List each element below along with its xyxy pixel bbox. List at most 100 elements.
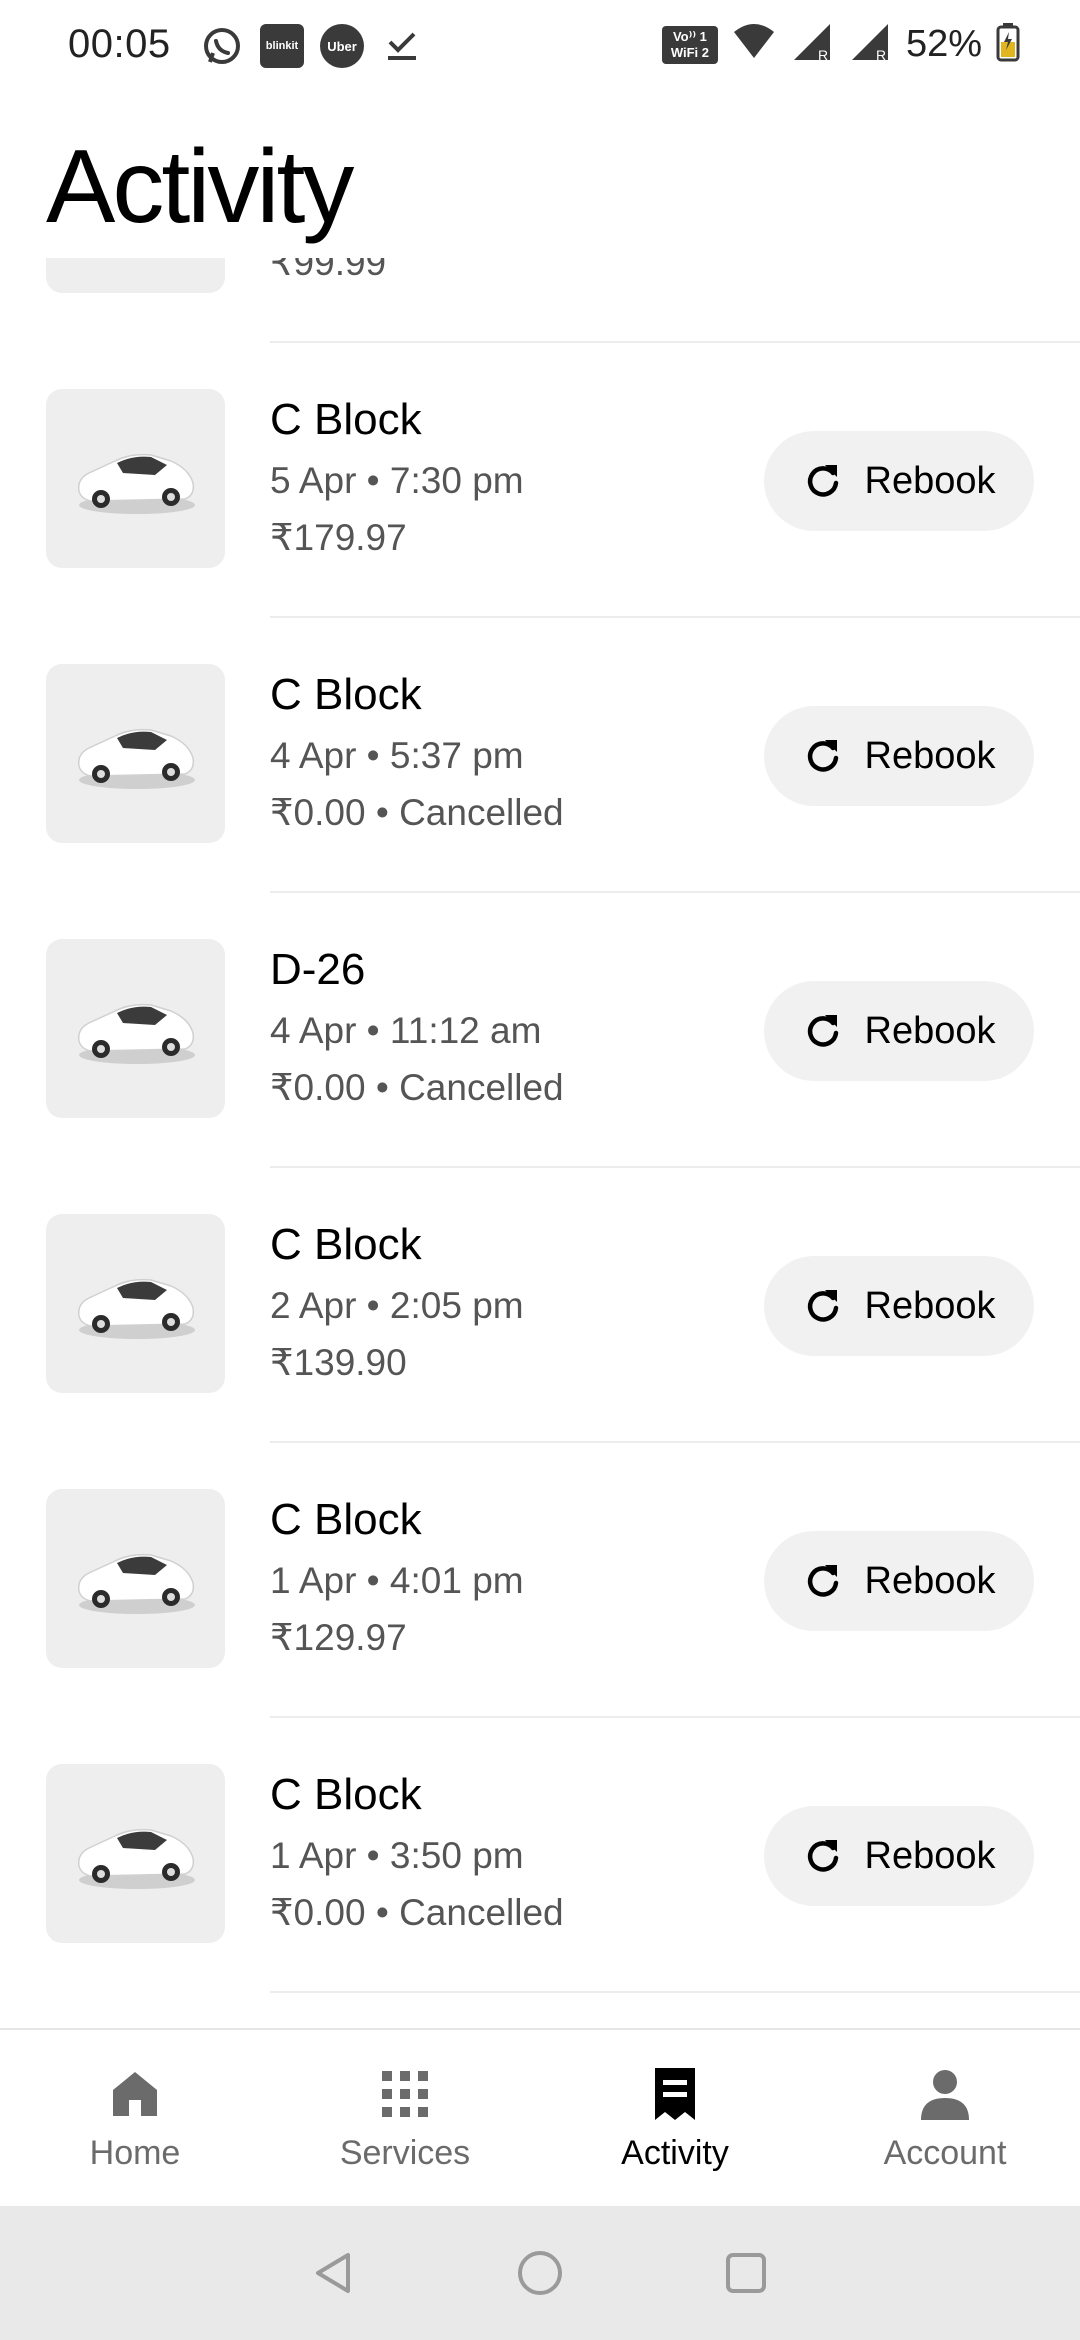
battery-percent: 52%	[905, 23, 982, 65]
refresh-icon	[807, 1840, 838, 1872]
trip-price: ₹179.97	[270, 517, 407, 558]
car-icon	[77, 1278, 195, 1339]
rebook-button[interactable]: Rebook	[764, 706, 1034, 806]
signal-icon-2: R	[848, 22, 892, 67]
trip-price: ₹0.00 • Cancelled	[270, 1067, 564, 1108]
refresh-icon	[807, 465, 838, 497]
rebook-button[interactable]: Rebook	[764, 1531, 1034, 1631]
rebook-label: Rebook	[864, 459, 996, 502]
trip-list: ₹99.99 Rebook C Block 5 Apr • 7:30 pm ₹1…	[0, 258, 1080, 1993]
trip-item[interactable]: C Block 5 Apr • 7:30 pm ₹179.97 Rebook	[0, 343, 1080, 618]
trip-datetime: 2 Apr • 2:05 pm	[270, 1285, 524, 1326]
trip-info: C Block 5 Apr • 7:30 pm ₹179.97	[270, 391, 524, 567]
nav-activity[interactable]: Activity	[540, 2030, 810, 2206]
rebook-label: Rebook	[864, 1009, 996, 1052]
trip-item[interactable]: C Block 1 Apr • 4:01 pm ₹129.97 Rebook	[0, 1443, 1080, 1718]
trip-destination: C Block	[270, 395, 422, 444]
car-thumbnail	[46, 939, 225, 1118]
car-thumbnail	[46, 1214, 225, 1393]
nav-home-label: Home	[89, 2134, 181, 2172]
car-icon	[77, 1003, 195, 1064]
car-thumbnail	[46, 1489, 225, 1668]
trip-info: C Block 4 Apr • 5:37 pm ₹0.00 • Cancelle…	[270, 666, 564, 842]
rebook-label: Rebook	[864, 1834, 996, 1877]
rebook-button[interactable]: Rebook	[764, 431, 1034, 531]
car-thumbnail	[46, 664, 225, 843]
rebook-label: Rebook	[864, 734, 996, 777]
car-icon	[77, 728, 195, 789]
rebook-label: Rebook	[864, 1284, 996, 1327]
rebook-button[interactable]: Rebook	[764, 1256, 1034, 1356]
trip-item[interactable]: D-26 4 Apr • 11:12 am ₹0.00 • Cancelled …	[0, 893, 1080, 1168]
car-thumbnail	[46, 258, 225, 293]
whatsapp-icon	[200, 24, 244, 68]
activity-list[interactable]: ₹99.99 Rebook C Block 5 Apr • 7:30 pm ₹1…	[0, 258, 1080, 2028]
nav-home[interactable]: Home	[0, 2030, 270, 2206]
trip-info: C Block 1 Apr • 3:50 pm ₹0.00 • Cancelle…	[270, 1766, 564, 1942]
refresh-icon	[807, 1290, 838, 1322]
trip-destination: C Block	[270, 670, 422, 719]
trip-price: ₹129.97	[270, 1617, 407, 1658]
status-bar: 00:05 blinkit Uber Vo⁾⁾ 1 WiFi 2 R R 52%	[0, 0, 1080, 96]
receipt-icon	[647, 2066, 703, 2122]
nav-account-label: Account	[883, 2134, 1007, 2172]
bottom-navigation: Home Services Activity Account	[0, 2028, 1080, 2206]
status-time: 00:05	[68, 22, 171, 66]
download-done-icon	[380, 24, 424, 68]
battery-icon	[996, 22, 1020, 67]
trip-item[interactable]: C Block 2 Apr • 2:05 pm ₹139.90 Rebook	[0, 1168, 1080, 1443]
svg-text:R: R	[818, 47, 828, 62]
car-icon	[77, 1553, 195, 1614]
svg-text:R: R	[876, 47, 886, 62]
trip-info: ₹99.99	[270, 258, 386, 292]
system-status-icons: Vo⁾⁾ 1 WiFi 2 R R 52%	[661, 22, 1020, 67]
trip-info: D-26 4 Apr • 11:12 am ₹0.00 • Cancelled	[270, 941, 564, 1117]
vowifi-icon: Vo⁾⁾ 1 WiFi 2	[661, 25, 718, 64]
car-thumbnail	[46, 389, 225, 568]
rebook-button[interactable]: Rebook	[764, 981, 1034, 1081]
vowifi-line2: WiFi 2	[670, 44, 710, 60]
refresh-icon	[807, 1565, 838, 1597]
trip-destination: D-26	[270, 945, 366, 994]
notification-icons: blinkit Uber	[200, 24, 424, 68]
trip-item[interactable]: C Block 4 Apr • 5:37 pm ₹0.00 • Cancelle…	[0, 618, 1080, 893]
system-navigation	[0, 2206, 1080, 2340]
nav-account[interactable]: Account	[810, 2030, 1080, 2206]
nav-services[interactable]: Services	[270, 2030, 540, 2206]
person-icon	[917, 2066, 973, 2122]
trip-price: ₹0.00 • Cancelled	[270, 792, 564, 833]
rebook-label: Rebook	[864, 1559, 996, 1602]
trip-price: ₹99.99	[270, 258, 387, 283]
trip-datetime: 1 Apr • 3:50 pm	[270, 1835, 524, 1876]
rebook-button[interactable]: Rebook	[764, 1806, 1034, 1906]
car-icon	[77, 453, 195, 514]
recents-icon[interactable]	[718, 2245, 774, 2301]
home-icon	[107, 2066, 163, 2122]
trip-datetime: 5 Apr • 7:30 pm	[270, 460, 524, 501]
trip-item[interactable]: ₹99.99 Rebook	[0, 258, 1080, 343]
car-icon	[77, 1828, 195, 1889]
refresh-icon	[807, 1015, 838, 1047]
signal-icon: R	[790, 22, 834, 67]
nav-activity-label: Activity	[621, 2134, 729, 2172]
trip-info: C Block 2 Apr • 2:05 pm ₹139.90	[270, 1216, 524, 1392]
blinkit-icon: blinkit	[260, 24, 304, 68]
divider	[270, 1991, 1080, 1993]
uber-icon: Uber	[320, 24, 364, 68]
home-circle-icon[interactable]	[512, 2245, 568, 2301]
back-icon[interactable]	[306, 2245, 362, 2301]
grid-icon	[377, 2066, 433, 2122]
trip-item[interactable]: C Block 1 Apr • 3:50 pm ₹0.00 • Cancelle…	[0, 1718, 1080, 1993]
refresh-icon	[807, 740, 838, 772]
page-title: Activity	[46, 129, 354, 245]
trip-price: ₹0.00 • Cancelled	[270, 1892, 564, 1933]
trip-destination: C Block	[270, 1495, 422, 1544]
trip-datetime: 4 Apr • 11:12 am	[270, 1010, 542, 1051]
trip-info: C Block 1 Apr • 4:01 pm ₹129.97	[270, 1491, 524, 1667]
trip-price: ₹139.90	[270, 1342, 407, 1383]
trip-datetime: 1 Apr • 4:01 pm	[270, 1560, 524, 1601]
trip-destination: C Block	[270, 1770, 422, 1819]
wifi-icon	[732, 22, 776, 67]
nav-services-label: Services	[339, 2134, 471, 2172]
vowifi-line1: Vo⁾⁾ 1	[672, 28, 707, 44]
